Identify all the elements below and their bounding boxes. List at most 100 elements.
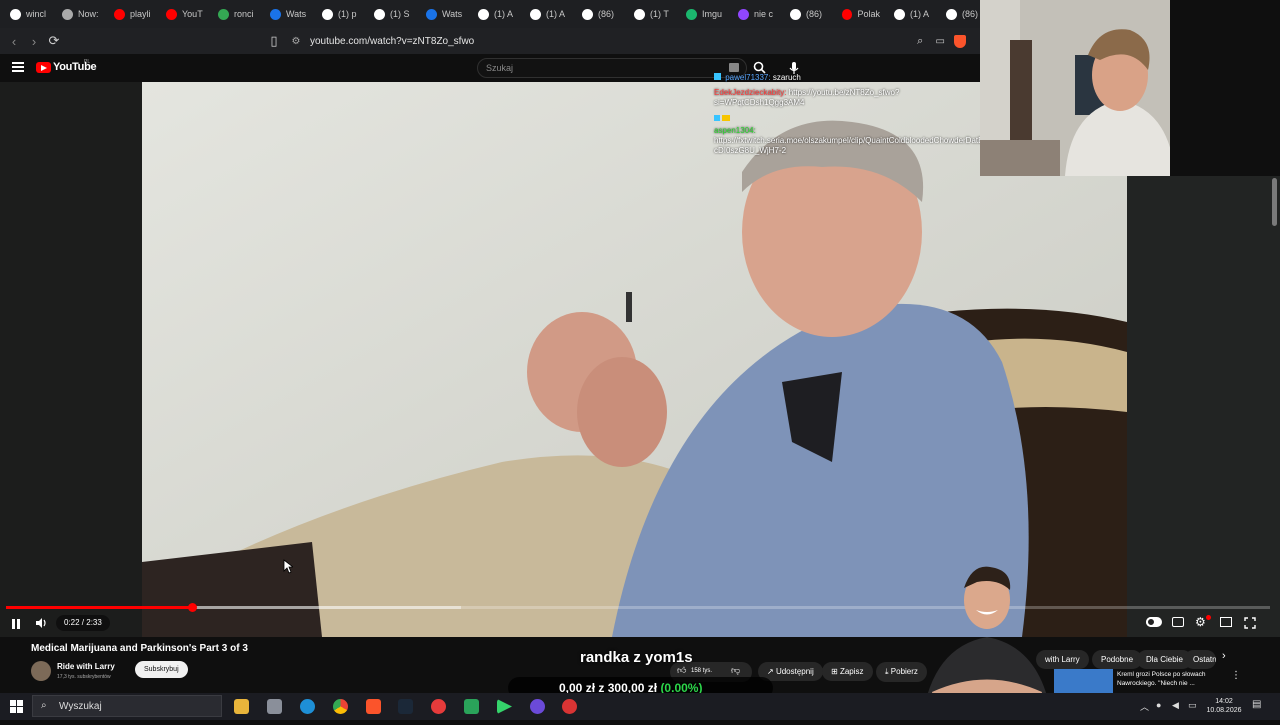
chevron-right-icon[interactable]: ›: [1222, 650, 1226, 662]
x-icon: [894, 8, 905, 20]
chip-channel[interactable]: with Larry: [1036, 650, 1089, 669]
windows-start-icon[interactable]: [10, 700, 23, 713]
youtube-icon: [842, 8, 853, 20]
browser-tab[interactable]: Wats: [420, 3, 470, 25]
subtitles-icon[interactable]: [1172, 617, 1184, 627]
browser-tab[interactable]: (1) A: [472, 3, 522, 25]
pause-icon[interactable]: [10, 617, 22, 629]
browser-tab-label: playli: [130, 9, 151, 19]
browser-tab[interactable]: Imgu: [680, 3, 730, 25]
app-icon[interactable]: [530, 699, 545, 714]
notifications-icon[interactable]: ▤: [1252, 699, 1261, 710]
steam-icon[interactable]: [398, 699, 413, 714]
taskbar-search-placeholder: Wyszukaj: [59, 701, 102, 712]
recorder-icon[interactable]: [431, 699, 446, 714]
forward-button[interactable]: ›: [24, 31, 44, 51]
browser-tab-label: (86): [962, 9, 979, 19]
zoom-icon[interactable]: ⌕: [910, 31, 930, 51]
x-icon: [530, 8, 541, 20]
keyboard-icon[interactable]: [729, 63, 739, 72]
browser-tab-label: Imgu: [702, 9, 723, 19]
browser-tab[interactable]: (1) T: [628, 3, 678, 25]
stream-title-overlay: randka z yom1s: [580, 649, 693, 666]
region-code: PL: [84, 59, 91, 65]
browser-tab[interactable]: ronci: [212, 3, 262, 25]
browser-tab[interactable]: nie c: [732, 3, 782, 25]
recommendation-thumbnail[interactable]: [1054, 669, 1113, 693]
google-icon: [10, 8, 21, 20]
mouse-cursor-icon: [283, 559, 295, 579]
browser-tab-label: wincl: [26, 9, 47, 19]
save-button[interactable]: ⊞ Zapisz: [822, 662, 873, 681]
back-button[interactable]: ‹: [4, 31, 24, 51]
browser-tab[interactable]: (86): [940, 3, 980, 25]
brave-icon[interactable]: [366, 699, 381, 714]
browser-tab-label: (86): [598, 9, 615, 19]
x-icon: [634, 8, 645, 20]
taskbar-clock[interactable]: 14:02 10.08.2026: [1204, 697, 1244, 715]
download-label: Pobierz: [890, 667, 918, 676]
tray-chevron-icon[interactable]: ︿: [1140, 700, 1149, 713]
browser-tab[interactable]: playli: [108, 3, 158, 25]
obs-icon[interactable]: [562, 699, 577, 714]
save-icon: ⊞: [831, 667, 838, 676]
imgur-icon: [686, 8, 697, 20]
chrome-icon[interactable]: [333, 699, 348, 714]
recommendation-title[interactable]: Kreml grozi Polsce po słowach Nawrockieg…: [1117, 670, 1229, 688]
autoplay-toggle[interactable]: [1146, 617, 1162, 627]
browser-tab[interactable]: (1) S: [368, 3, 418, 25]
address-bar[interactable]: youtube.com/watch?v=zNT8Zo_sfwo: [310, 36, 474, 47]
fullscreen-icon[interactable]: [1244, 616, 1256, 629]
browser-tab[interactable]: (1) A: [524, 3, 574, 25]
browser-tab[interactable]: Now:: [56, 3, 106, 25]
file-explorer-icon[interactable]: [234, 699, 249, 714]
more-options-icon[interactable]: ⋮: [1231, 670, 1241, 681]
tray-volume-icon[interactable]: ◀: [1172, 700, 1179, 711]
channel-avatar[interactable]: [31, 661, 51, 681]
app-icon[interactable]: [464, 699, 479, 714]
browser-tab[interactable]: Wats: [264, 3, 314, 25]
edge-icon[interactable]: [300, 699, 315, 714]
download-button[interactable]: ⤓ Pobierz: [876, 662, 927, 682]
browser-tab-label: (1) p: [338, 9, 357, 19]
subscribe-button[interactable]: Subskrybuj: [135, 661, 188, 678]
progress-played: [6, 606, 192, 609]
browser-tab[interactable]: Polak: [836, 3, 886, 25]
volume-icon[interactable]: [34, 616, 48, 630]
browser-tab-label: (1) S: [390, 9, 410, 19]
cast-icon[interactable]: ▭: [930, 31, 950, 51]
player-letterbox-right: [1127, 176, 1280, 637]
browser-tab[interactable]: (1) A: [888, 3, 938, 25]
page-scrollbar[interactable]: [1272, 178, 1277, 226]
tiktok-icon: [946, 8, 957, 20]
download-icon: ⤓: [885, 667, 889, 676]
app-icon[interactable]: [267, 699, 282, 714]
tray-microphone-icon[interactable]: ●: [1156, 700, 1161, 710]
browser-tab[interactable]: wincl: [4, 3, 54, 25]
browser-tab-label: Now:: [78, 9, 99, 19]
taskbar-search-input[interactable]: ⌕ Wyszukaj: [32, 695, 222, 717]
chat-badge-icon: [714, 73, 721, 80]
browser-tab[interactable]: (86): [784, 3, 834, 25]
site-info-icon[interactable]: ⚙: [286, 31, 306, 51]
tray-network-icon[interactable]: ▭: [1188, 700, 1197, 711]
taskbar-date: 10.08.2026: [1206, 707, 1242, 714]
brave-shield-icon[interactable]: [950, 31, 970, 51]
browser-tab-label: Polak: [857, 9, 880, 19]
like-icon[interactable]: 👍︎: [677, 665, 686, 676]
progress-scrubber[interactable]: [187, 603, 197, 612]
youtube-logo-icon[interactable]: [36, 62, 51, 73]
reload-button[interactable]: ⟳: [44, 31, 64, 51]
bookmark-icon[interactable]: ▯: [264, 31, 284, 51]
browser-tab[interactable]: (86): [576, 3, 626, 25]
chip-recent[interactable]: Ostatni: [1184, 650, 1216, 669]
browser-tab[interactable]: (1) p: [316, 3, 366, 25]
theater-mode-icon[interactable]: [1220, 617, 1232, 627]
search-input[interactable]: Szukaj: [477, 58, 747, 78]
menu-icon[interactable]: [12, 62, 24, 72]
dislike-icon[interactable]: 👎︎: [731, 665, 740, 676]
chip-related[interactable]: Podobne: [1092, 650, 1143, 669]
chat-username: EdekJezdzieckabity:: [714, 88, 787, 97]
browser-tab[interactable]: YouT: [160, 3, 210, 25]
channel-name[interactable]: Ride with Larry: [57, 662, 115, 671]
